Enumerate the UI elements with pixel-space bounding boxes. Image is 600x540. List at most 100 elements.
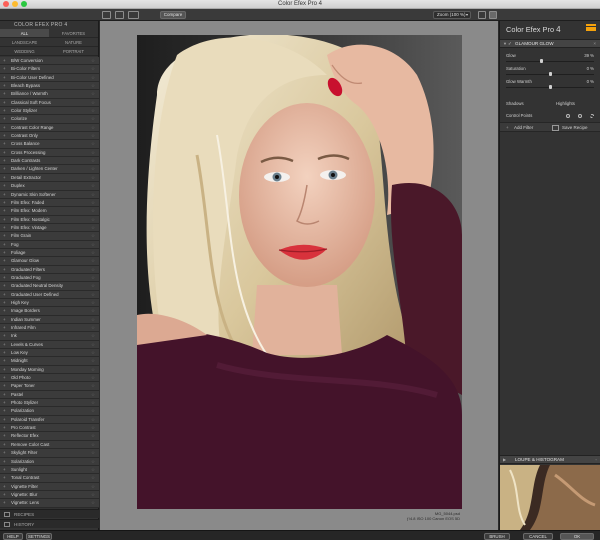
favorite-star-icon[interactable]: ☆ bbox=[91, 124, 95, 131]
category-tab[interactable]: WEDDING bbox=[0, 47, 49, 56]
zoom-select[interactable]: Zoom (100 %) ▾ bbox=[433, 11, 471, 19]
favorite-star-icon[interactable]: ☆ bbox=[91, 174, 95, 181]
filter-list-item[interactable]: + Skylight Filter ☆ bbox=[0, 449, 99, 458]
filter-list-item[interactable]: + Contrast Only ☆ bbox=[0, 132, 99, 141]
category-tab[interactable]: NATURE bbox=[49, 38, 98, 47]
settings-button[interactable]: SETTINGS bbox=[26, 532, 52, 540]
filter-list-item[interactable]: + Glamour Glow ☆ bbox=[0, 257, 99, 266]
filter-list-item[interactable]: + Bleach Bypass ☆ bbox=[0, 82, 99, 91]
filter-list-item[interactable]: + B/W Conversion ☆ bbox=[0, 57, 99, 66]
filter-list-item[interactable]: + Brilliance / Warmth ☆ bbox=[0, 90, 99, 99]
slider-glow-warmth[interactable]: Glow Warmth 0 % bbox=[500, 78, 600, 91]
favorite-star-icon[interactable]: ☆ bbox=[91, 324, 95, 331]
control-point-mask-icon[interactable] bbox=[590, 113, 594, 118]
favorite-star-icon[interactable]: ☆ bbox=[91, 424, 95, 431]
filter-list-item[interactable]: + Foliage ☆ bbox=[0, 248, 99, 258]
favorite-star-icon[interactable]: ☆ bbox=[91, 57, 95, 64]
favorite-star-icon[interactable]: ☆ bbox=[91, 266, 95, 273]
add-positive-control-point-icon[interactable] bbox=[566, 113, 570, 118]
loupe-preview[interactable] bbox=[500, 465, 600, 530]
favorite-star-icon[interactable]: ☆ bbox=[91, 449, 95, 456]
filter-list-item[interactable]: + Cross Processing ☆ bbox=[0, 148, 99, 158]
history-section[interactable]: HISTORY bbox=[0, 519, 99, 528]
filter-list-item[interactable]: + Vignette Filter ☆ bbox=[0, 482, 99, 491]
filter-list-item[interactable]: + Sunlight ☆ bbox=[0, 465, 99, 475]
favorite-star-icon[interactable]: ☆ bbox=[91, 216, 95, 223]
favorite-star-icon[interactable]: ☆ bbox=[91, 499, 95, 506]
background-color-icon[interactable] bbox=[478, 11, 486, 19]
favorite-star-icon[interactable]: ☆ bbox=[91, 82, 95, 89]
filter-list-item[interactable]: + Photo Stylizer ☆ bbox=[0, 399, 99, 408]
favorite-star-icon[interactable]: ☆ bbox=[91, 241, 95, 248]
favorite-star-icon[interactable]: ☆ bbox=[91, 466, 95, 473]
favorite-star-icon[interactable]: ☆ bbox=[91, 99, 95, 106]
favorite-star-icon[interactable]: ☆ bbox=[91, 149, 95, 156]
favorite-star-icon[interactable]: ☆ bbox=[91, 191, 95, 198]
split-view-icon[interactable] bbox=[115, 11, 124, 19]
filter-list-item[interactable]: + Film Efex: Faded ☆ bbox=[0, 198, 99, 208]
filter-list-item[interactable]: + Pro Contrast ☆ bbox=[0, 424, 99, 433]
side-by-side-view-icon[interactable] bbox=[128, 11, 139, 19]
favorite-star-icon[interactable]: ☆ bbox=[91, 374, 95, 381]
filter-list-item[interactable]: + Bi-Color User Defined ☆ bbox=[0, 73, 99, 83]
filter-list-item[interactable]: + Colorize ☆ bbox=[0, 115, 99, 124]
add-negative-control-point-icon[interactable] bbox=[578, 113, 582, 118]
filter-list-item[interactable]: + Ink ☆ bbox=[0, 332, 99, 341]
filter-list-item[interactable]: + Old Photo ☆ bbox=[0, 374, 99, 383]
filter-enabled-checkbox-icon[interactable]: ✓ bbox=[508, 40, 512, 48]
favorite-star-icon[interactable]: ☆ bbox=[91, 165, 95, 172]
favorite-star-icon[interactable]: ☆ bbox=[91, 416, 95, 423]
filter-list-item[interactable]: + Infrared Film ☆ bbox=[0, 324, 99, 333]
add-filter-button[interactable]: Add Filter bbox=[514, 124, 533, 131]
slider-saturation[interactable]: Saturation 0 % bbox=[500, 65, 600, 78]
filter-list-item[interactable]: + Film Efex: Vintage ☆ bbox=[0, 223, 99, 233]
filter-list-item[interactable]: + High Key ☆ bbox=[0, 298, 99, 308]
loupe-histogram-header[interactable]: ▶ LOUPE & HISTOGRAM ◦ bbox=[500, 455, 600, 464]
filter-list-item[interactable]: + Graduated Fog ☆ bbox=[0, 273, 99, 283]
filter-list-item[interactable]: + Polarization ☆ bbox=[0, 407, 99, 416]
slider-handle[interactable] bbox=[539, 59, 543, 63]
highlights-label[interactable]: Highlights bbox=[556, 101, 575, 106]
favorite-star-icon[interactable]: ☆ bbox=[91, 407, 95, 414]
favorite-star-icon[interactable]: ☆ bbox=[91, 182, 95, 189]
category-tab[interactable]: LANDSCAPE bbox=[0, 38, 49, 47]
filter-list-item[interactable]: + Contrast Color Range ☆ bbox=[0, 123, 99, 133]
favorite-star-icon[interactable]: ☆ bbox=[91, 249, 95, 256]
slider-handle[interactable] bbox=[549, 85, 552, 89]
filter-list-item[interactable]: + Color Stylizer ☆ bbox=[0, 107, 99, 116]
filter-list-item[interactable]: + Low Key ☆ bbox=[0, 349, 99, 358]
filter-list-item[interactable]: + Polaroid Transfer ☆ bbox=[0, 415, 99, 425]
favorite-star-icon[interactable]: ☆ bbox=[91, 257, 95, 264]
save-recipe-button[interactable]: Save Recipe bbox=[562, 124, 588, 131]
favorite-star-icon[interactable]: ☆ bbox=[91, 115, 95, 122]
category-tab[interactable]: FAVORITES bbox=[49, 29, 98, 38]
favorite-star-icon[interactable]: ☆ bbox=[91, 491, 95, 498]
loupe-toggle-icon[interactable] bbox=[489, 11, 497, 19]
ok-button[interactable]: OK bbox=[560, 532, 594, 540]
preview-image[interactable] bbox=[137, 35, 462, 509]
category-tab[interactable]: PORTRAIT bbox=[49, 47, 98, 56]
filter-list-item[interactable]: + Dynamic Skin Softener ☆ bbox=[0, 190, 99, 199]
filter-list-item[interactable]: + Film Efex: Nostalgic ☆ bbox=[0, 215, 99, 224]
filter-list-item[interactable]: + Graduated Neutral Density ☆ bbox=[0, 282, 99, 291]
filter-list-item[interactable]: + Graduated User Defined ☆ bbox=[0, 290, 99, 299]
favorite-star-icon[interactable]: ☆ bbox=[91, 224, 95, 231]
favorite-star-icon[interactable]: ☆ bbox=[91, 341, 95, 348]
favorite-star-icon[interactable]: ☆ bbox=[91, 90, 95, 97]
recipes-section[interactable]: RECIPES bbox=[0, 509, 99, 518]
slider-track[interactable] bbox=[506, 61, 594, 62]
slider-glow[interactable]: Glow 39 % bbox=[500, 52, 600, 65]
filter-list-item[interactable]: + Remove Color Cast ☆ bbox=[0, 440, 99, 450]
favorite-star-icon[interactable]: ☆ bbox=[91, 316, 95, 323]
single-view-icon[interactable] bbox=[102, 11, 111, 19]
remove-filter-icon[interactable]: × bbox=[593, 40, 596, 48]
favorite-star-icon[interactable]: ☆ bbox=[91, 441, 95, 448]
filter-list-item[interactable]: + Midnight ☆ bbox=[0, 357, 99, 366]
favorite-star-icon[interactable]: ☆ bbox=[91, 140, 95, 147]
slider-handle[interactable] bbox=[549, 72, 552, 76]
favorite-star-icon[interactable]: ☆ bbox=[91, 483, 95, 490]
filter-list-item[interactable]: + Solarization ☆ bbox=[0, 457, 99, 466]
filter-list-item[interactable]: + Cross Balance ☆ bbox=[0, 140, 99, 149]
favorite-star-icon[interactable]: ☆ bbox=[91, 399, 95, 406]
filter-list-item[interactable]: + Fog ☆ bbox=[0, 240, 99, 249]
